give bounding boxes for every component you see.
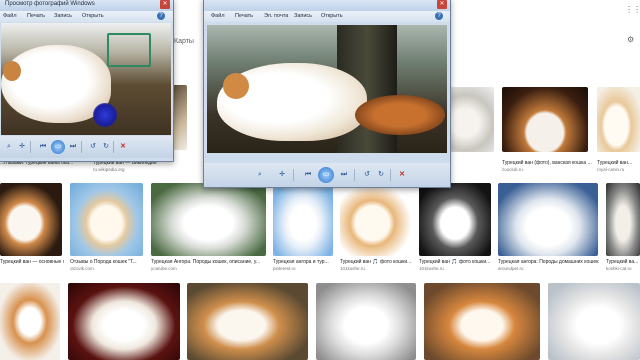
result-image[interactable] xyxy=(597,87,640,152)
rotate-right-icon[interactable]: ↻ xyxy=(375,169,387,181)
viewer-toolbar: ⌕ ✛ ⏮ ▭ ⏭ ↺ ↻ ✕ xyxy=(0,136,173,158)
maps-tab[interactable]: Карты xyxy=(174,38,194,45)
cat-tail xyxy=(355,95,445,135)
result-source: youtube.com xyxy=(151,266,177,271)
delete-icon[interactable]: ✕ xyxy=(117,141,129,153)
result-source: aroundpet.ru xyxy=(498,266,524,271)
cat-marking xyxy=(223,73,249,99)
result-source: koshki-cat.ru xyxy=(606,266,632,271)
slideshow-icon[interactable]: ▭ xyxy=(318,167,334,183)
result-image[interactable] xyxy=(172,85,187,150)
slideshow-icon[interactable]: ▭ xyxy=(51,140,65,154)
toolbar-separator xyxy=(30,141,31,153)
result-caption[interactable]: Турецкая ангора и тур... xyxy=(273,259,335,265)
previous-icon[interactable]: ⏮ xyxy=(302,169,314,181)
result-image[interactable] xyxy=(502,87,588,152)
result-image[interactable] xyxy=(0,183,62,256)
menu-file[interactable]: Файл xyxy=(3,13,17,19)
menu-burn[interactable]: Запись xyxy=(54,13,72,19)
toolbar-separator xyxy=(354,169,355,181)
result-image[interactable] xyxy=(340,183,412,256)
result-image[interactable] xyxy=(606,183,640,256)
menu-email[interactable]: Эл. почта xyxy=(264,13,288,19)
result-source: ru.wikipedia.org xyxy=(93,167,125,172)
result-image[interactable] xyxy=(316,283,416,360)
menu-open[interactable]: Открыть xyxy=(82,13,104,19)
delete-icon[interactable]: ✕ xyxy=(396,169,408,181)
image-search-results: Карты ⌖ ⋮⋮ ⚙ ...глазами: турецкие ваны о… xyxy=(0,0,640,360)
toy-ball xyxy=(93,103,117,127)
fit-icon[interactable]: ✛ xyxy=(16,141,28,153)
result-caption[interactable]: Турецкий ван 🎵 фото кошки... xyxy=(419,259,492,265)
title-bar[interactable]: ✕ xyxy=(204,0,450,11)
result-source: zooclub.ru xyxy=(502,167,523,172)
result-image[interactable] xyxy=(151,183,266,256)
apps-grid-icon[interactable]: ⋮⋮ xyxy=(625,5,640,14)
toolbar-separator xyxy=(293,169,294,181)
help-icon[interactable]: ? xyxy=(435,12,443,20)
result-image[interactable] xyxy=(446,87,494,152)
rotate-left-icon[interactable]: ↺ xyxy=(87,141,99,153)
next-icon[interactable]: ⏭ xyxy=(67,141,79,153)
result-caption[interactable]: Отзывы о Порода кошек "Т... xyxy=(70,259,145,265)
photo-area xyxy=(1,23,171,135)
zoom-icon[interactable]: ⌕ xyxy=(3,141,15,153)
photo-area xyxy=(207,25,447,153)
menu-burn[interactable]: Запись xyxy=(294,13,312,19)
zoom-icon[interactable]: ⌕ xyxy=(254,169,266,181)
previous-icon[interactable]: ⏮ xyxy=(37,141,49,153)
photo-viewer-window-back[interactable]: Просмотр фотографий Windows ✕ Файл Печат… xyxy=(0,0,174,162)
result-caption[interactable]: Турецкий ван (фото), ванская кошка ... xyxy=(502,160,594,166)
result-image[interactable] xyxy=(68,283,180,360)
result-image[interactable] xyxy=(548,283,640,360)
menu-bar: Файл Печать Запись Открыть ? xyxy=(0,11,173,22)
toolbar-separator xyxy=(113,141,114,153)
result-image[interactable] xyxy=(187,283,308,360)
window-title: Просмотр фотографий Windows xyxy=(5,1,95,7)
result-caption[interactable]: Турецкий ван — основные хар... xyxy=(0,259,64,265)
menu-file[interactable]: Файл xyxy=(211,13,225,19)
result-source: pinterest.ru xyxy=(273,266,296,271)
result-caption[interactable]: Турецкая ангора: Породы домашних кошек: … xyxy=(498,259,599,265)
result-image[interactable] xyxy=(498,183,598,256)
result-image[interactable] xyxy=(424,283,540,360)
result-caption[interactable]: Турецкий ван 🎵 фото кошки... xyxy=(340,259,413,265)
settings-icon[interactable]: ⚙ xyxy=(627,35,634,44)
result-caption[interactable]: Турецкий ван... xyxy=(597,160,640,166)
close-window-icon[interactable]: ✕ xyxy=(160,0,170,9)
viewer-toolbar: ⌕ ✛ ⏮ ▭ ⏭ ↺ ↻ ✕ xyxy=(204,163,450,187)
result-image[interactable] xyxy=(70,183,143,256)
next-icon[interactable]: ⏭ xyxy=(338,169,350,181)
close-window-icon[interactable]: ✕ xyxy=(437,0,447,9)
title-bar[interactable]: Просмотр фотографий Windows ✕ xyxy=(0,0,173,11)
result-source: royal-canin.ru xyxy=(597,167,625,172)
rotate-right-icon[interactable]: ↻ xyxy=(100,141,112,153)
result-image[interactable] xyxy=(273,183,333,256)
help-icon[interactable]: ? xyxy=(157,12,165,20)
result-image[interactable] xyxy=(0,283,60,360)
menu-print[interactable]: Печать xyxy=(27,13,45,19)
result-source: 101koshe.ru xyxy=(419,266,444,271)
result-source: 101koshe.ru xyxy=(340,266,365,271)
cat-marking xyxy=(3,61,21,81)
result-caption[interactable]: Турецкая Ангора. Породы кошек, описание,… xyxy=(151,259,267,265)
toolbar-separator xyxy=(81,141,82,153)
photo-viewer-window-front[interactable]: ✕ Файл Печать Эл. почта Запись Открыть ?… xyxy=(203,0,451,188)
menu-open[interactable]: Открыть xyxy=(321,13,343,19)
menu-bar: Файл Печать Эл. почта Запись Открыть ? xyxy=(204,11,450,22)
toolbar-separator xyxy=(390,169,391,181)
result-source: otzovik.com xyxy=(70,266,94,271)
fit-icon[interactable]: ✛ xyxy=(276,169,288,181)
result-image[interactable] xyxy=(419,183,491,256)
result-caption[interactable]: Турецкий ва... xyxy=(606,259,640,265)
garden-fence xyxy=(107,33,151,67)
rotate-left-icon[interactable]: ↺ xyxy=(361,169,373,181)
menu-print[interactable]: Печать xyxy=(235,13,253,19)
